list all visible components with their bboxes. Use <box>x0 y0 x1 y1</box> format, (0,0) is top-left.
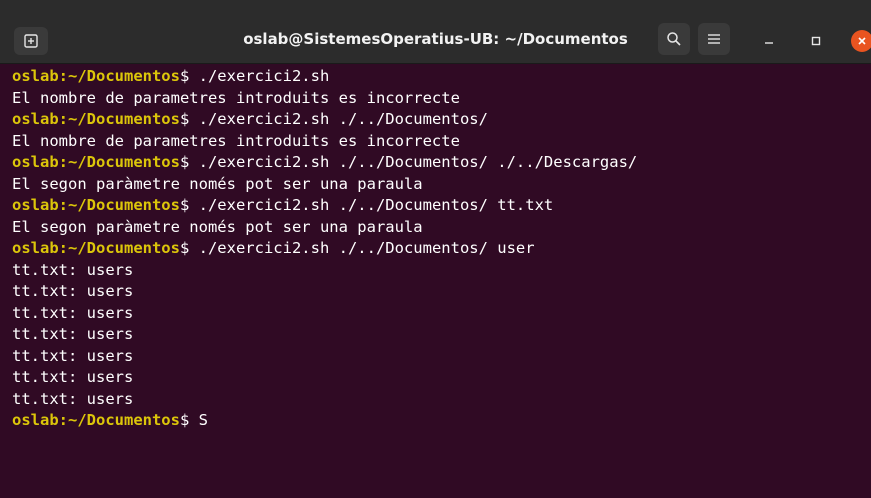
output-line: El segon paràmetre només pot ser una par… <box>12 174 871 196</box>
maximize-icon <box>811 36 821 46</box>
output-text: tt.txt: users <box>12 325 134 343</box>
prompt-path: oslab:~/Documentos <box>12 153 180 171</box>
prompt-line: oslab:~/Documentos$ ./exercici2.sh ./../… <box>12 109 871 131</box>
minimize-button[interactable] <box>758 30 780 52</box>
window-title: oslab@SistemesOperatius-UB: ~/Documentos <box>243 30 628 48</box>
command-text: $ ./exercici2.sh ./../Documentos/ ./../D… <box>179 153 638 171</box>
output-line: tt.txt: users <box>12 389 871 411</box>
output-text: El segon paràmetre només pot ser una par… <box>12 174 423 193</box>
output-text: El segon paràmetre només pot ser una par… <box>12 217 423 236</box>
prompt-path: oslab:~/Documentos <box>12 67 180 85</box>
output-line: tt.txt: users <box>12 367 871 389</box>
output-text: El nombre de parametres introduits es in… <box>12 131 460 150</box>
close-button[interactable] <box>851 30 871 52</box>
output-text: tt.txt: users <box>12 368 134 386</box>
output-line: El nombre de parametres introduits es in… <box>12 88 871 110</box>
new-tab-button[interactable] <box>14 27 48 55</box>
prompt-line: oslab:~/Documentos$ S <box>12 410 871 432</box>
hamburger-menu-icon <box>708 34 720 44</box>
terminal-output[interactable]: oslab:~/Documentos$ ./exercici2.sh El nom… <box>0 64 871 498</box>
prompt-path: oslab:~/Documentos <box>12 110 180 128</box>
close-icon <box>858 37 866 45</box>
title-bar[interactable]: oslab@SistemesOperatius-UB: ~/Documentos <box>0 0 871 64</box>
prompt-path: oslab:~/Documentos <box>12 239 180 257</box>
terminal-window: oslab@SistemesOperatius-UB: ~/Documentos <box>0 0 871 498</box>
prompt-line: oslab:~/Documentos$ ./exercici2.sh <box>12 66 871 88</box>
maximize-button[interactable] <box>805 30 827 52</box>
output-line: tt.txt: users <box>12 324 871 346</box>
prompt-path: oslab:~/Documentos <box>12 196 180 214</box>
prompt-line: oslab:~/Documentos$ ./exercici2.sh ./../… <box>12 238 871 260</box>
output-text: tt.txt: users <box>12 282 134 300</box>
command-text: $ ./exercici2.sh ./../Documentos/ user <box>179 239 535 257</box>
command-text: $ S <box>179 411 208 429</box>
output-text: tt.txt: users <box>12 346 134 365</box>
output-text: tt.txt: users <box>12 389 134 408</box>
output-text: tt.txt: users <box>12 260 134 279</box>
output-text: tt.txt: users <box>12 303 134 322</box>
output-line: El nombre de parametres introduits es in… <box>12 131 871 153</box>
search-button[interactable] <box>658 23 690 55</box>
menu-button[interactable] <box>698 23 730 55</box>
new-tab-icon <box>24 34 38 48</box>
search-icon <box>667 32 681 46</box>
output-line: El segon paràmetre només pot ser una par… <box>12 217 871 239</box>
minimize-icon <box>765 42 773 44</box>
command-text: $ ./exercici2.sh <box>179 67 330 85</box>
command-text: $ ./exercici2.sh ./../Documentos/ <box>179 110 488 128</box>
output-line: tt.txt: users <box>12 281 871 303</box>
output-text: El nombre de parametres introduits es in… <box>12 88 460 107</box>
prompt-line: oslab:~/Documentos$ ./exercici2.sh ./../… <box>12 195 871 217</box>
output-line: tt.txt: users <box>12 346 871 368</box>
prompt-path: oslab:~/Documentos <box>12 411 180 429</box>
command-text: $ ./exercici2.sh ./../Documentos/ tt.txt <box>179 196 554 214</box>
prompt-line: oslab:~/Documentos$ ./exercici2.sh ./../… <box>12 152 871 174</box>
output-line: tt.txt: users <box>12 303 871 325</box>
output-line: tt.txt: users <box>12 260 871 282</box>
